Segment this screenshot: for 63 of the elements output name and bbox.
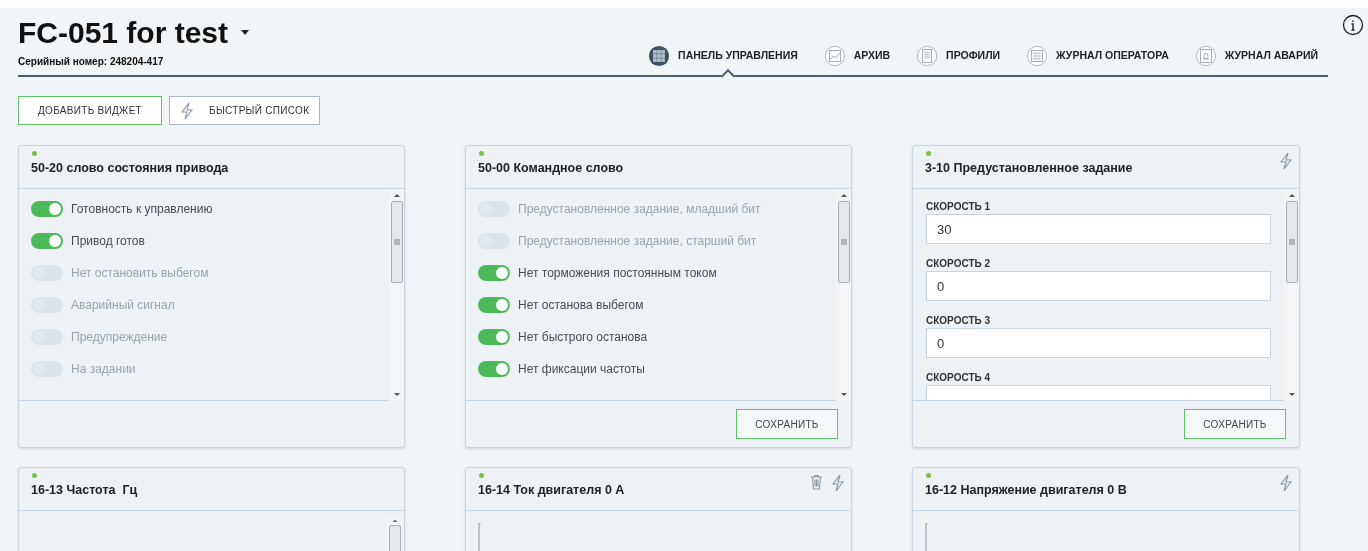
toggle-label: Нет остановить выбегом — [71, 265, 209, 282]
toggle-label: На задании — [71, 361, 136, 378]
caret-icon[interactable] — [240, 30, 251, 36]
grid-icon — [648, 45, 671, 67]
grip-icon — [1288, 239, 1295, 245]
scrollbar-thumb[interactable] — [837, 201, 850, 283]
toggle-label: Готовность к управлению — [71, 201, 213, 218]
widget-title: 16-14 Ток двигателя 0 А — [478, 481, 625, 499]
bolt-icon[interactable] — [1279, 152, 1293, 170]
grip-icon — [393, 239, 400, 245]
bolt-icon[interactable] — [180, 101, 194, 120]
add-widget-button[interactable]: ДОБАВИТЬ ВИДЖЕТ — [18, 96, 162, 125]
trash-icon[interactable] — [810, 474, 823, 490]
bolt-icon[interactable] — [1279, 474, 1293, 492]
nav-tab[interactable]: ЖУРНАЛ АВАРИЙ — [1194, 43, 1318, 69]
toggle-switch[interactable] — [478, 297, 510, 313]
field-label: СКОРОСТЬ 3 — [926, 314, 991, 328]
toggle-label: Нет останова выбегом — [518, 297, 644, 314]
toggle-label: Привод готов — [71, 233, 145, 250]
input-field[interactable]: 30 — [926, 214, 1271, 244]
bell-icon — [1194, 45, 1217, 67]
grip-icon — [840, 239, 847, 245]
save-button[interactable]: СОХРАНИТЬ — [736, 409, 838, 439]
toggle-label: Нет фиксации частоты — [518, 361, 645, 378]
save-button[interactable]: СОХРАНИТЬ — [1184, 409, 1286, 439]
toggle-label: Предустановленное задание, старший бит — [518, 233, 757, 250]
field-label: СКОРОСТЬ 1 — [926, 200, 991, 214]
input-field[interactable]: 0 — [926, 271, 1271, 301]
notepad-icon — [916, 45, 939, 67]
toggle-label: Аварийный сигнал — [71, 297, 175, 314]
quick-list-button[interactable]: БЫСТРЫЙ СПИСОК — [169, 96, 321, 125]
toggle-switch[interactable] — [478, 361, 510, 377]
toggle-label: Нет торможения постоянным током — [518, 265, 717, 282]
toggle-switch[interactable] — [31, 201, 63, 217]
nav-tab[interactable]: ПАНЕЛЬ УПРАВЛЕНИЯ — [648, 43, 798, 69]
input-field[interactable]: 0 — [926, 328, 1271, 358]
field-label: СКОРОСТЬ 2 — [926, 257, 991, 271]
serial-number: Серийный номер: 248204-417 — [18, 55, 165, 69]
widget-title: 16-12 Напряжение двигателя 0 В — [925, 481, 1127, 499]
toggle-label: Предустановленное задание, младший бит — [518, 201, 761, 218]
bolt-icon[interactable] — [831, 474, 845, 492]
toggle-switch[interactable] — [31, 233, 63, 249]
nav-tab[interactable]: АРХИВ — [823, 43, 891, 69]
info-icon[interactable] — [1342, 14, 1364, 36]
nav-tab[interactable]: ПРОФИЛИ — [916, 43, 1001, 69]
widget-title: 50-00 Командное слово — [478, 159, 624, 177]
toggle-switch[interactable] — [478, 265, 510, 281]
toggle-switch[interactable] — [478, 329, 510, 345]
device-title: FC-051 for test — [18, 16, 229, 50]
scrollbar[interactable] — [836, 189, 851, 401]
scrollbar-thumb[interactable] — [1285, 201, 1298, 283]
toggle-label: Предупреждение — [71, 329, 168, 346]
scrollbar[interactable] — [1284, 189, 1299, 401]
field-label: СКОРОСТЬ 4 — [926, 371, 991, 385]
chart-icon — [823, 45, 846, 67]
scrollbar[interactable] — [389, 189, 404, 401]
widget-title: 3-10 Предустановленное задание — [925, 159, 1133, 177]
scrollbar-thumb[interactable] — [390, 201, 403, 283]
document-icon — [1026, 45, 1049, 67]
nav-tab[interactable]: ЖУРНАЛ ОПЕРАТОРА — [1026, 43, 1169, 69]
widget-title: 16-13 Частота Гц — [31, 481, 138, 499]
widget-title: 50-20 слово состояния привода — [31, 159, 229, 177]
toggle-label: Нет быстрого останова — [518, 329, 648, 346]
